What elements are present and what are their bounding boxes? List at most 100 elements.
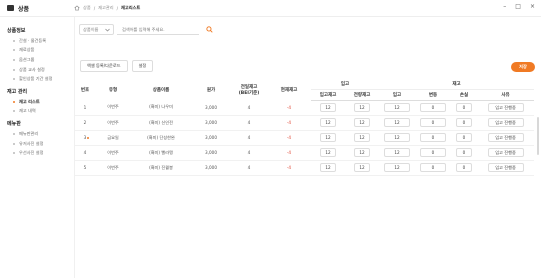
- stock-in-input[interactable]: 12: [384, 148, 410, 157]
- table-row[interactable]: 2 이번주 (흑미) 신인전 3,000 4 -4 12 12 12 0 0 입…: [75, 115, 535, 131]
- stock-loss-input[interactable]: 0: [456, 148, 472, 157]
- sidebar-item[interactable]: 상품 교사 설정: [0, 65, 74, 75]
- sidebar-item[interactable]: 재고 내역: [0, 107, 74, 117]
- stock-change-input[interactable]: 0: [420, 133, 446, 142]
- in-confirm-input[interactable]: 12: [354, 118, 370, 127]
- search-input[interactable]: [117, 24, 199, 35]
- cell-type: 금요일: [95, 130, 131, 146]
- stock-change-input[interactable]: 0: [420, 163, 446, 172]
- cell-prev-stock: 4: [231, 100, 267, 116]
- home-icon[interactable]: [74, 5, 80, 11]
- stock-in-input[interactable]: 12: [384, 118, 410, 127]
- table-row[interactable]: 3 금요일 (흑미) 단성한완 3,000 4 -4 12 12 12 0 0 …: [75, 130, 535, 146]
- settings-button[interactable]: 설정: [131, 60, 154, 72]
- col-header-prev-stock: 전일재고 (BEI기준): [231, 79, 267, 100]
- in-qty-input[interactable]: 12: [320, 103, 336, 112]
- col-header-stock-in: 입고: [379, 89, 415, 101]
- cell-price: 3,000: [191, 160, 231, 176]
- search-button[interactable]: [205, 26, 213, 34]
- sidebar-item[interactable]: 옵션그룹: [0, 55, 74, 65]
- search-icon: [205, 26, 213, 33]
- reason-input[interactable]: 입고 진행중: [487, 148, 524, 157]
- in-qty-input[interactable]: 12: [320, 163, 336, 172]
- stock-in-input[interactable]: 12: [384, 133, 410, 142]
- cell-type: 이번주: [95, 100, 131, 116]
- save-button[interactable]: 저장: [511, 62, 535, 72]
- sidebar-item[interactable]: 유저사진 설정: [0, 139, 74, 149]
- table-row[interactable]: 4 이번주 (흑미) 빨라맹 3,000 4 -4 12 12 12 0 0 입…: [75, 145, 535, 161]
- in-confirm-input[interactable]: 12: [354, 103, 370, 112]
- cell-current-stock: -4: [267, 160, 311, 176]
- sidebar-section-title: 메뉴판: [7, 121, 21, 128]
- in-confirm-input[interactable]: 12: [354, 133, 370, 142]
- stock-change-input[interactable]: 0: [420, 148, 446, 157]
- in-confirm-input[interactable]: 12: [354, 148, 370, 157]
- bullet-icon: [13, 58, 15, 61]
- cell-stock-change: 0: [415, 100, 451, 116]
- search-bar: 상품이름: [79, 24, 213, 35]
- stock-change-input[interactable]: 0: [420, 103, 446, 112]
- breadcrumb-mid[interactable]: 재고관리: [98, 5, 113, 11]
- title-bar: 상품 상품 / 재고관리 / 재고리스트 – □ ×: [0, 0, 541, 17]
- col-header-reason: 사유: [477, 89, 535, 101]
- close-button[interactable]: ×: [530, 3, 535, 10]
- col-group-in: 입고: [311, 79, 379, 90]
- table-row[interactable]: 5 이번주 (흑미) 진퀄봉 3,000 4 -4 12 12 12 0 0 입…: [75, 160, 535, 176]
- in-confirm-input[interactable]: 12: [354, 163, 370, 172]
- cell-in-qty: 12: [311, 130, 345, 146]
- reason-input[interactable]: 입고 진행중: [487, 103, 524, 112]
- sidebar-item[interactable]: 재료상품: [0, 46, 74, 56]
- cell-in-confirm: 12: [345, 130, 379, 146]
- stock-loss-input[interactable]: 0: [456, 118, 472, 127]
- sidebar-item[interactable]: 우선사진 설정: [0, 148, 74, 158]
- sidebar-item-stock-list[interactable]: 재고 리스트: [0, 97, 74, 107]
- breadcrumb-separator: /: [116, 5, 118, 11]
- minimize-button[interactable]: –: [503, 3, 506, 10]
- stock-change-input[interactable]: 0: [420, 118, 446, 127]
- reason-input[interactable]: 입고 진행중: [487, 163, 524, 172]
- cell-current-stock: -4: [267, 115, 311, 131]
- in-qty-input[interactable]: 12: [320, 133, 336, 142]
- breadcrumb: 상품 / 재고관리 / 재고리스트: [74, 5, 140, 11]
- in-qty-input[interactable]: 12: [320, 118, 336, 127]
- cell-name: (흑미) 빨라맹: [131, 145, 191, 161]
- sidebar-item-label: 할인상품 기간 설정: [19, 76, 53, 82]
- stock-in-input[interactable]: 12: [384, 163, 410, 172]
- stock-loss-input[interactable]: 0: [456, 133, 472, 142]
- cell-stock-change: 0: [415, 115, 451, 131]
- col-group-stock: 재고: [379, 79, 535, 90]
- search-type-select[interactable]: 상품이름: [79, 24, 114, 35]
- row-number-flagged: 3: [84, 135, 90, 140]
- cell-in-qty: 12: [311, 115, 345, 131]
- stock-loss-input[interactable]: 0: [456, 163, 472, 172]
- stock-in-input[interactable]: 12: [384, 103, 410, 112]
- stock-loss-input[interactable]: 0: [456, 103, 472, 112]
- bullet-icon: [13, 100, 15, 103]
- app-window: 상품 상품 / 재고관리 / 재고리스트 – □ × 상품정보 간설 · 물건등…: [0, 0, 541, 278]
- bullet-icon: [13, 78, 15, 81]
- vertical-scrollbar[interactable]: [537, 117, 539, 155]
- reason-input[interactable]: 입고 진행중: [487, 118, 524, 127]
- cell-stock-change: 0: [415, 130, 451, 146]
- cell-no: 2: [75, 115, 95, 131]
- reason-input[interactable]: 입고 진행중: [487, 133, 524, 142]
- sidebar-item[interactable]: 메뉴판관리: [0, 129, 74, 139]
- cell-reason: 입고 진행중: [477, 145, 535, 161]
- cell-current-stock: -4: [267, 100, 311, 116]
- breadcrumb-home[interactable]: 상품: [83, 5, 91, 11]
- cell-no: 4: [75, 145, 95, 161]
- table-row[interactable]: 1 이번주 (흑미) 나우미 3,000 4 -4 12 12 12 0 0 입…: [75, 100, 535, 116]
- bullet-icon: [13, 39, 15, 42]
- toolbar: 엑셀 등록/다운로드 설정: [80, 60, 154, 72]
- in-qty-input[interactable]: 12: [320, 148, 336, 157]
- maximize-button[interactable]: □: [515, 3, 521, 10]
- sidebar-item[interactable]: 간설 · 물건등록: [0, 36, 74, 46]
- cell-type: 이번주: [95, 160, 131, 176]
- cell-price: 3,000: [191, 100, 231, 116]
- cell-stock-loss: 0: [451, 115, 477, 131]
- excel-upload-download-button[interactable]: 엑셀 등록/다운로드: [80, 60, 128, 72]
- cell-stock-loss: 0: [451, 145, 477, 161]
- sidebar-item-label: 메뉴판관리: [19, 130, 39, 136]
- sidebar-item-label: 재고 리스트: [19, 98, 40, 104]
- sidebar-item[interactable]: 할인상품 기간 설정: [0, 74, 74, 84]
